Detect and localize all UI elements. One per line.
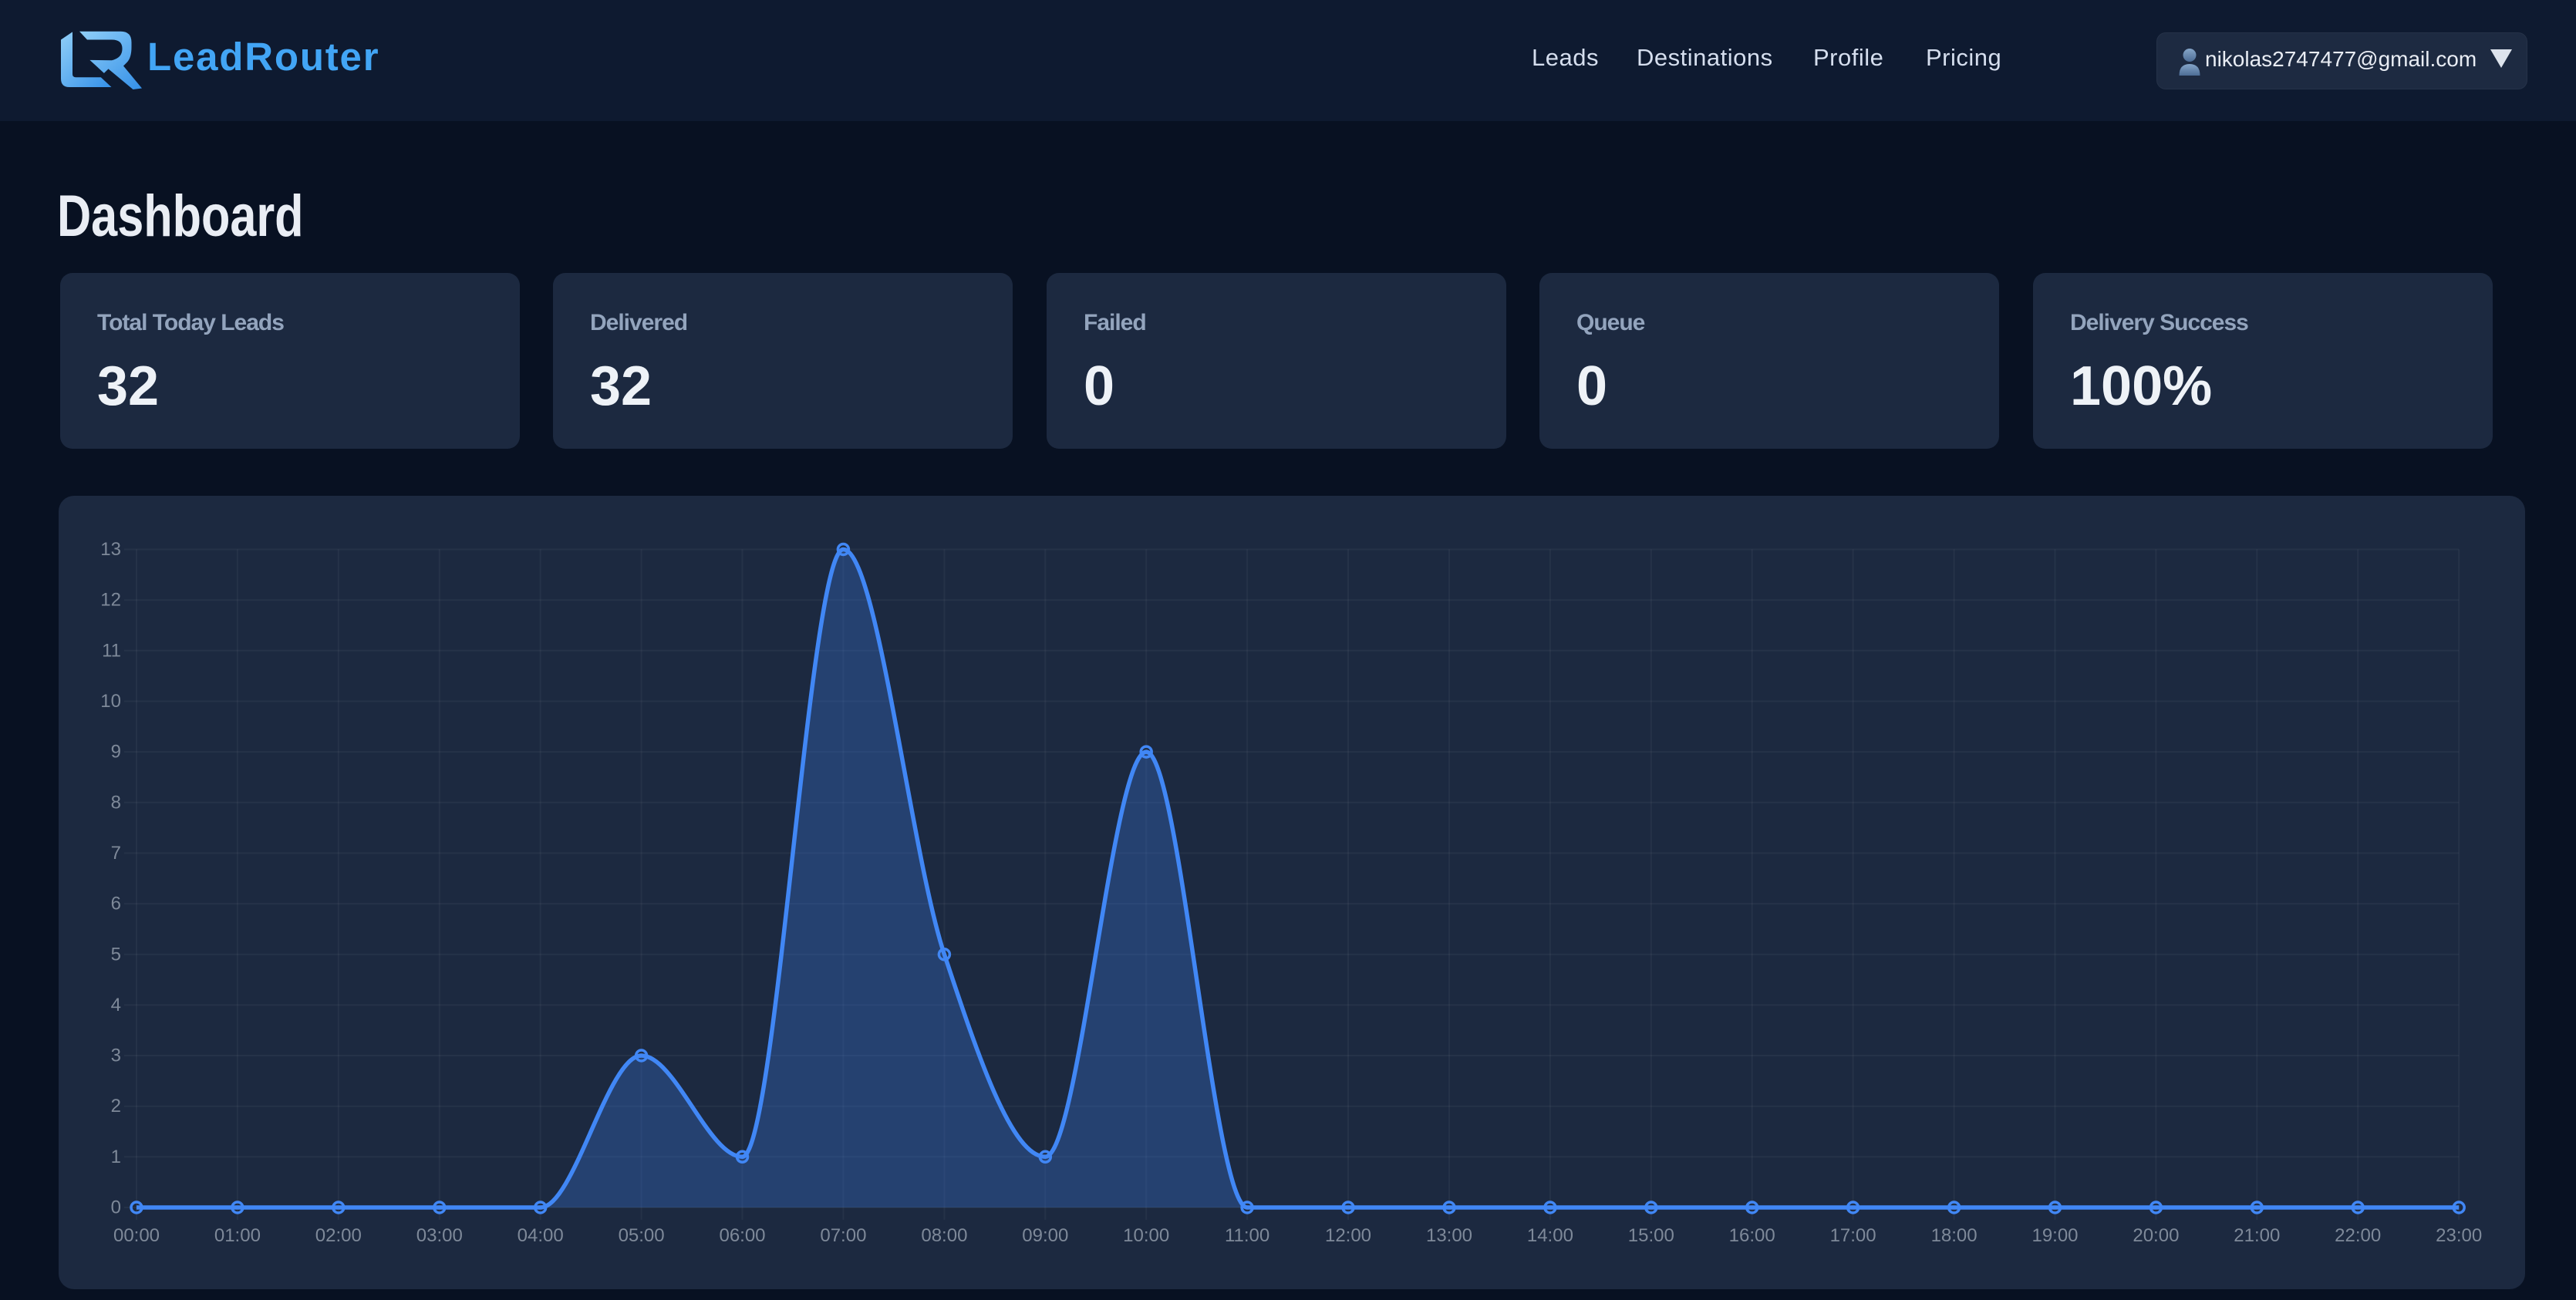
svg-text:05:00: 05:00 — [619, 1225, 665, 1246]
svg-text:06:00: 06:00 — [719, 1225, 765, 1246]
svg-text:4: 4 — [111, 995, 121, 1015]
svg-text:15:00: 15:00 — [1628, 1225, 1674, 1246]
svg-text:5: 5 — [111, 944, 121, 965]
svg-text:09:00: 09:00 — [1022, 1225, 1068, 1246]
svg-text:12: 12 — [100, 590, 121, 611]
svg-text:01:00: 01:00 — [214, 1225, 261, 1246]
svg-text:02:00: 02:00 — [315, 1225, 362, 1246]
svg-text:3: 3 — [111, 1046, 121, 1066]
svg-text:18:00: 18:00 — [1931, 1225, 1978, 1246]
svg-text:6: 6 — [111, 894, 121, 914]
svg-text:07:00: 07:00 — [820, 1225, 866, 1246]
svg-text:11: 11 — [102, 640, 121, 661]
svg-text:16:00: 16:00 — [1729, 1225, 1775, 1246]
svg-text:08:00: 08:00 — [921, 1225, 967, 1246]
svg-text:20:00: 20:00 — [2133, 1225, 2179, 1246]
svg-text:2: 2 — [111, 1096, 121, 1116]
svg-text:14:00: 14:00 — [1527, 1225, 1573, 1246]
svg-text:19:00: 19:00 — [2031, 1225, 2078, 1246]
svg-text:03:00: 03:00 — [416, 1225, 463, 1246]
svg-text:21:00: 21:00 — [2234, 1225, 2280, 1246]
svg-text:17:00: 17:00 — [1830, 1225, 1876, 1246]
svg-text:10:00: 10:00 — [1123, 1225, 1169, 1246]
svg-text:13:00: 13:00 — [1426, 1225, 1472, 1246]
svg-text:04:00: 04:00 — [518, 1225, 564, 1246]
svg-text:23:00: 23:00 — [2436, 1225, 2482, 1246]
svg-text:11:00: 11:00 — [1225, 1225, 1269, 1246]
svg-text:13: 13 — [100, 539, 121, 560]
svg-text:1: 1 — [111, 1147, 121, 1167]
svg-text:0: 0 — [111, 1197, 121, 1218]
svg-text:12:00: 12:00 — [1325, 1225, 1371, 1246]
svg-text:22:00: 22:00 — [2335, 1225, 2381, 1246]
svg-text:8: 8 — [111, 792, 121, 813]
svg-text:00:00: 00:00 — [113, 1225, 160, 1246]
svg-text:9: 9 — [111, 742, 121, 763]
svg-text:7: 7 — [111, 843, 121, 864]
svg-text:10: 10 — [100, 691, 121, 712]
